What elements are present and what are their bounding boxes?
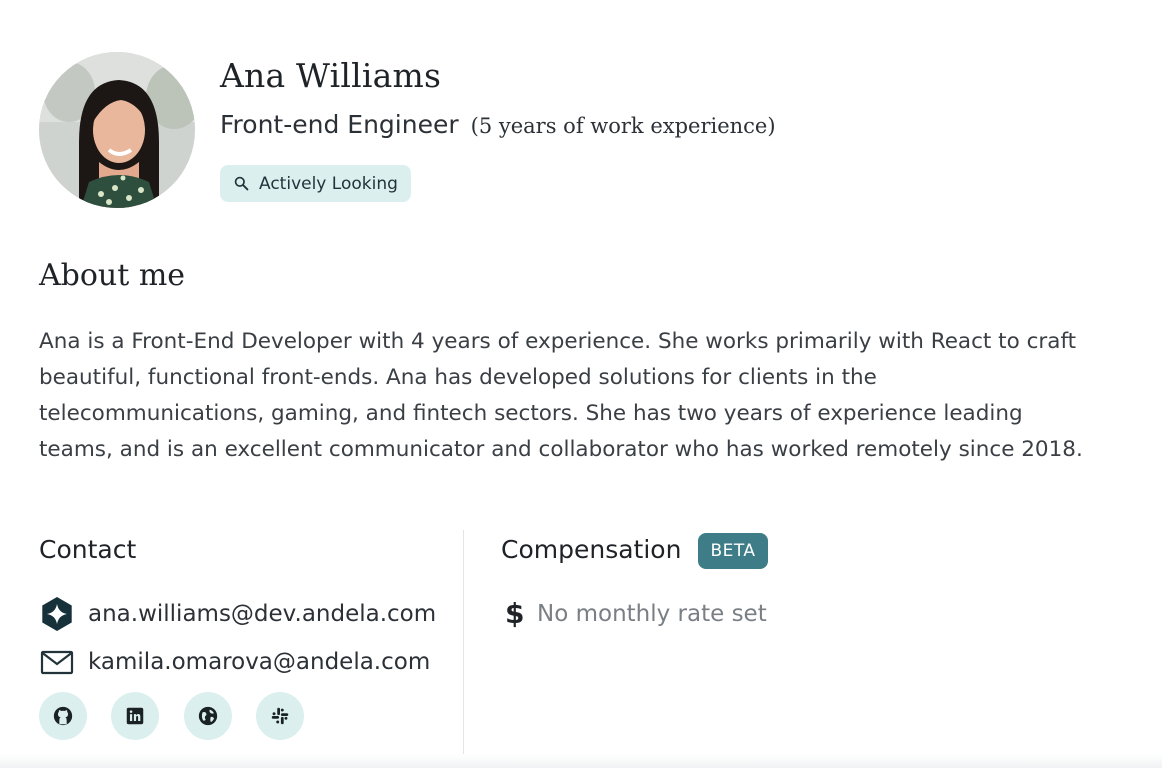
job-title: Front-end Engineer bbox=[220, 110, 459, 139]
github-link[interactable] bbox=[39, 692, 87, 740]
profile-name: Ana Williams bbox=[220, 56, 442, 95]
profile-photo bbox=[39, 52, 195, 208]
contact-title: Contact bbox=[39, 535, 137, 564]
bottom-edge bbox=[0, 754, 1162, 768]
github-icon bbox=[53, 706, 73, 726]
linkedin-link[interactable] bbox=[111, 692, 159, 740]
slack-icon bbox=[271, 707, 289, 725]
andela-logo-icon bbox=[39, 596, 75, 632]
about-text: Ana is a Front-End Developer with 4 year… bbox=[39, 329, 1083, 462]
contact-email[interactable]: ana.williams@dev.andela.com bbox=[88, 601, 436, 627]
linkedin-icon bbox=[126, 707, 144, 725]
status-label: Actively Looking bbox=[259, 173, 398, 194]
dollar-icon: $ bbox=[505, 597, 525, 630]
search-icon bbox=[234, 176, 249, 191]
monthly-rate: No monthly rate set bbox=[537, 600, 767, 627]
role-line: Front-end Engineer (5 years of work expe… bbox=[220, 110, 776, 139]
slack-link[interactable] bbox=[256, 692, 304, 740]
mail-icon bbox=[39, 644, 75, 680]
section-divider bbox=[463, 530, 464, 768]
avatar bbox=[39, 52, 195, 208]
website-link[interactable] bbox=[184, 692, 232, 740]
contact-email-row[interactable]: ana.williams@dev.andela.com bbox=[39, 596, 436, 632]
experience-years: (5 years of work experience) bbox=[470, 114, 776, 138]
rate-row: $ No monthly rate set bbox=[505, 597, 767, 630]
contact-secondary-email[interactable]: kamila.omarova@andela.com bbox=[88, 649, 430, 675]
about-title: About me bbox=[39, 258, 186, 293]
beta-badge: BETA bbox=[698, 533, 768, 569]
status-badge: Actively Looking bbox=[220, 165, 411, 202]
globe-icon bbox=[198, 706, 218, 726]
compensation-title: Compensation bbox=[501, 535, 682, 564]
contact-mail-row[interactable]: kamila.omarova@andela.com bbox=[39, 644, 430, 680]
